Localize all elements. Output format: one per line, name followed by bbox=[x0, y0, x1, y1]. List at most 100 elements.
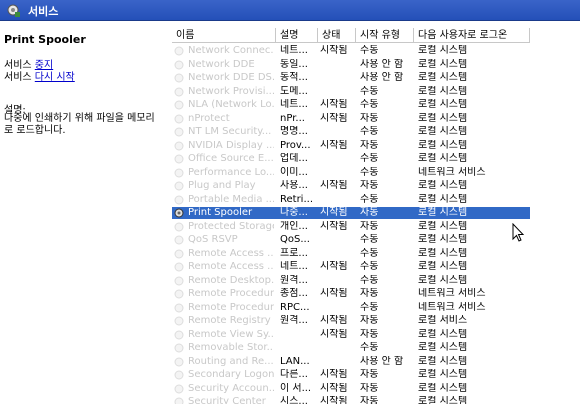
service-gear-icon bbox=[174, 168, 184, 177]
service-gear-icon bbox=[174, 397, 184, 404]
row-logon: 로컬 시스템 bbox=[418, 396, 468, 404]
row-status: 시작됨 bbox=[320, 369, 348, 380]
table-row[interactable]: Remote View Sy... 시작됨 자동 로컬 시스템 bbox=[172, 329, 530, 341]
row-logon: 로컬 서비스 bbox=[418, 315, 468, 326]
row-desc: 동일... bbox=[280, 58, 308, 70]
table-row[interactable]: Routing and Re... LAN... 사용 안 함 로컬 시스템 bbox=[172, 356, 530, 368]
row-logon: 로컬 시스템 bbox=[418, 193, 468, 205]
row-desc: nPr... bbox=[280, 112, 305, 124]
row-startup: 수동 bbox=[360, 166, 379, 178]
row-startup: 수동 bbox=[360, 99, 379, 110]
column-header-startup-type[interactable]: 시작 유형 bbox=[356, 28, 414, 43]
column-header-description[interactable]: 설명 bbox=[276, 28, 318, 43]
row-desc: 원격... bbox=[280, 315, 308, 326]
table-row[interactable]: Protected Storage 개인... 시작됨 자동 로컬 시스템 bbox=[172, 221, 530, 233]
row-name: Routing and Re... bbox=[188, 355, 274, 367]
column-header-status[interactable]: 상태 bbox=[318, 28, 356, 43]
row-logon: 로컬 시스템 bbox=[418, 261, 468, 272]
row-startup: 자동 bbox=[360, 382, 379, 394]
row-desc: 원격... bbox=[280, 274, 308, 286]
table-row[interactable]: Network Connec... 네트... 시작됨 수동 로컬 시스템 bbox=[172, 45, 530, 57]
row-logon: 로컬 시스템 bbox=[418, 382, 468, 394]
service-gear-icon bbox=[174, 343, 184, 353]
row-desc: QoS... bbox=[280, 234, 310, 245]
service-gear-icon bbox=[174, 154, 184, 164]
restart-service-link[interactable]: 다시 시작 bbox=[35, 72, 75, 83]
row-name: Remote Registry bbox=[188, 315, 271, 326]
row-startup: 수동 bbox=[360, 342, 379, 353]
row-desc: Retri... bbox=[280, 193, 313, 205]
row-desc: 네트... bbox=[280, 261, 308, 272]
row-logon: 로컬 시스템 bbox=[418, 153, 468, 164]
row-startup: 수동 bbox=[360, 126, 379, 137]
row-status: 시작됨 bbox=[320, 180, 348, 191]
service-gear-icon bbox=[174, 262, 184, 272]
table-row[interactable]: Security Center 시스... 시작됨 자동 로컬 시스템 bbox=[172, 396, 530, 404]
table-row[interactable]: Plug and Play 사용... 시작됨 자동 로컬 시스템 bbox=[172, 180, 530, 192]
services-list[interactable]: 이름 설명 상태 시작 유형 다음 사용자로 로그온 Network Conne… bbox=[172, 21, 580, 404]
row-name: Network Connec... bbox=[188, 45, 274, 56]
row-name: Performance Lo... bbox=[188, 166, 274, 178]
row-logon: 로컬 시스템 bbox=[418, 328, 468, 340]
table-row[interactable]: Remote Access ... 네트... 시작됨 수동 로컬 시스템 bbox=[172, 261, 530, 273]
table-row[interactable]: Remote Registry 원격... 시작됨 자동 로컬 서비스 bbox=[172, 315, 530, 327]
row-desc: 업데... bbox=[280, 153, 308, 164]
table-row[interactable]: Remote Access ... 프로... 수동 로컬 시스템 bbox=[172, 248, 530, 260]
row-name: Remote Access ... bbox=[188, 261, 274, 272]
table-row[interactable]: Network Provisi... 도메... 수동 로컬 시스템 bbox=[172, 86, 530, 98]
table-row[interactable]: Network DDE 동일... 사용 안 함 로컬 시스템 bbox=[172, 59, 530, 71]
row-name: Office Source E... bbox=[188, 153, 274, 164]
row-logon: 로컬 시스템 bbox=[418, 126, 468, 137]
row-startup: 수동 bbox=[360, 301, 379, 313]
row-desc: Prov... bbox=[280, 139, 311, 151]
table-row[interactable]: QoS RSVP QoS... 수동 로컬 시스템 bbox=[172, 234, 530, 246]
row-desc: RPC... bbox=[280, 301, 310, 313]
row-logon: 로컬 시스템 bbox=[418, 342, 468, 353]
row-startup: 수동 bbox=[360, 85, 379, 97]
table-row[interactable]: Remote Procedur... 종점... 시작됨 자동 네트워크 서비스 bbox=[172, 288, 530, 300]
column-header-name[interactable]: 이름 bbox=[172, 28, 276, 43]
row-status: 시작됨 bbox=[320, 220, 348, 232]
row-logon: 로컬 시스템 bbox=[418, 45, 468, 56]
table-row[interactable]: Print Spooler 나중... 시작됨 자동 로컬 시스템 bbox=[172, 207, 530, 219]
table-row[interactable]: Network DDE DS... 동적... 사용 안 함 로컬 시스템 bbox=[172, 72, 530, 84]
row-desc: 이 서... bbox=[280, 382, 312, 394]
row-name: Protected Storage bbox=[188, 220, 274, 232]
column-header-logon-as[interactable]: 다음 사용자로 로그온 bbox=[414, 28, 530, 43]
service-gear-icon bbox=[174, 370, 184, 380]
window-titlebar[interactable]: 서비스 bbox=[0, 0, 580, 21]
table-row[interactable]: Removable Stor... 수동 로컬 시스템 bbox=[172, 342, 530, 354]
selected-service-name: Print Spooler bbox=[4, 33, 86, 46]
table-row[interactable]: Security Accoun... 이 서... 시작됨 자동 로컬 시스템 bbox=[172, 383, 530, 395]
table-row[interactable]: Remote Procedur... RPC... 수동 네트워크 서비스 bbox=[172, 302, 530, 314]
table-row[interactable]: Remote Desktop... 원격... 수동 로컬 시스템 bbox=[172, 275, 530, 287]
table-row[interactable]: Portable Media ... Retri... 수동 로컬 시스템 bbox=[172, 194, 530, 206]
service-gear-icon bbox=[174, 100, 184, 110]
table-row[interactable]: Office Source E... 업데... 수동 로컬 시스템 bbox=[172, 153, 530, 165]
row-logon: 로컬 시스템 bbox=[418, 180, 468, 191]
row-logon: 로컬 시스템 bbox=[418, 247, 468, 259]
window-title: 서비스 bbox=[28, 5, 59, 18]
row-startup: 자동 bbox=[360, 207, 379, 218]
row-startup: 수동 bbox=[360, 234, 379, 245]
row-desc: 종점... bbox=[280, 288, 308, 299]
row-startup: 수동 bbox=[360, 193, 379, 205]
table-row[interactable]: Secondary Logon 다른... 시작됨 자동 로컬 시스템 bbox=[172, 369, 530, 381]
restart-service-action: 서비스 다시 시작 bbox=[4, 72, 75, 83]
row-name: Security Accoun... bbox=[188, 382, 274, 394]
service-gear-icon bbox=[174, 60, 184, 69]
table-row[interactable]: Performance Lo... 이미... 수동 네트워크 서비스 bbox=[172, 167, 530, 179]
row-logon: 로컬 시스템 bbox=[418, 369, 468, 380]
row-logon: 네트워크 서비스 bbox=[418, 301, 486, 313]
row-logon: 로컬 시스템 bbox=[418, 85, 468, 97]
table-row[interactable]: NT LM Security... 명명... 수동 로컬 시스템 bbox=[172, 126, 530, 138]
row-desc: 도메... bbox=[280, 85, 308, 97]
table-row[interactable]: NLA (Network Lo... 네트... 시작됨 수동 로컬 시스템 bbox=[172, 99, 530, 111]
row-desc: LAN... bbox=[280, 355, 310, 367]
table-row[interactable]: nProtect nPr... 시작됨 자동 로컬 시스템 bbox=[172, 113, 530, 125]
table-row[interactable]: NVIDIA Display ... Prov... 시작됨 자동 로컬 시스템 bbox=[172, 140, 530, 152]
row-name: Remote Procedur... bbox=[188, 288, 274, 299]
column-header-row: 이름 설명 상태 시작 유형 다음 사용자로 로그온 bbox=[172, 28, 580, 44]
row-status: 시작됨 bbox=[320, 45, 348, 56]
row-desc: 사용... bbox=[280, 180, 308, 191]
